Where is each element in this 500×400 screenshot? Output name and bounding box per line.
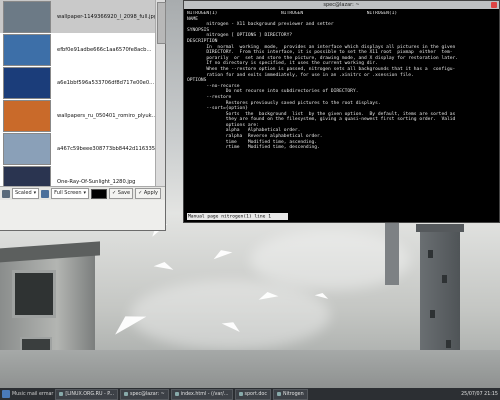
text-cursor [273, 213, 277, 219]
thumbnail-row[interactable]: wallpaper-1149366920_l_2098_full.jpg [0, 0, 155, 33]
terminal-line: DIRECTORY. From this interface, it is po… [187, 50, 453, 56]
thumbnail-row[interactable]: a467c59beee308773bb8442d116335... [0, 132, 155, 165]
image-icon [2, 189, 10, 198]
thumbnail-row[interactable]: efbf0e91adbe666c1aa6570fe8acb... [0, 33, 155, 66]
thumbnail-image [3, 0, 51, 33]
chevron-down-icon: ▾ [33, 190, 37, 196]
wallpaper-tower-far [385, 215, 399, 285]
thumbnail-image [3, 99, 51, 132]
thumbnail-filename: wallpapers_ru_050401_romiro_plyuk... [57, 112, 155, 119]
terminal-line: When the --restore option is passed, nit… [187, 66, 456, 72]
thumbnail-list[interactable]: wallpaper-1149366920_l_2098_full.jpgefbf… [0, 0, 155, 200]
taskbar-task-label: [LINUX.ORG.RU - P... [65, 391, 114, 397]
taskbar-task[interactable]: index.html - (/var/... [170, 388, 233, 400]
thumbnail-row[interactable]: a6e1bbf596a533706df8d717e00e0... [0, 66, 155, 99]
taskbar-task-label: Nitrogen [282, 391, 304, 397]
task-list: [LINUX.ORG.RU - P... spec@lazar: ~ index.h… [55, 388, 308, 400]
save-label: Save [117, 190, 131, 196]
screen-select[interactable]: Full Screen ▾ [51, 188, 90, 199]
chevron-down-icon: ▾ [83, 190, 87, 196]
terminal-titlebar[interactable]: spec@lazar: ~ [184, 1, 499, 9]
wallpaper-rooftop [0, 350, 500, 388]
scale-mode-select[interactable]: Scaled ▾ [12, 188, 40, 199]
thumbnail-filename: One-Ray-Of-Sunlight_1280.jpg [57, 178, 136, 185]
taskbar: Music mail ermar [LINUX.ORG.RU - P... spe… [0, 388, 500, 400]
app-icon [174, 392, 179, 396]
app-icon [59, 392, 64, 396]
start-menu-icon[interactable] [2, 390, 10, 398]
thumbnail-image [3, 132, 51, 165]
thumbnail-image [3, 66, 51, 99]
save-button[interactable]: ✓ Save [109, 188, 134, 199]
quicklaunch-labels[interactable]: Music mail ermar [12, 392, 53, 397]
thumbnail-image [3, 33, 51, 66]
taskbar-task[interactable]: spec@lazar: ~ [119, 388, 169, 400]
app-icon [276, 392, 281, 396]
thumbnail-filename: a467c59beee308773bb8442d116335... [57, 145, 155, 152]
bird-shape [211, 246, 233, 260]
taskbar-task-label: index.html - (/var/... [180, 391, 229, 397]
bird-shape [153, 260, 175, 270]
app-icon [123, 392, 128, 396]
app-icon [238, 392, 243, 396]
taskbar-task-label: sport.doc [244, 391, 267, 397]
scale-mode-label: Scaled [15, 190, 32, 196]
terminal-line: rtime Modified time, descending. [187, 145, 320, 151]
thumbnail-row[interactable]: wallpapers_ru_050401_romiro_plyuk... [0, 99, 155, 132]
clock[interactable]: 25/07/07 21:15 [461, 392, 498, 397]
taskbar-task[interactable]: Nitrogen [272, 388, 308, 400]
taskbar-task-label: spec@lazar: ~ [129, 391, 165, 397]
apply-button[interactable]: ✓ Apply [135, 188, 161, 199]
close-icon[interactable] [491, 2, 497, 8]
thumbnail-filename: a6e1bbf596a533706df8d717e00e0... [57, 79, 155, 86]
screen-mode-label: Full Screen [54, 190, 82, 196]
cloud [130, 280, 330, 350]
taskbar-task[interactable]: [LINUX.ORG.RU - P... [55, 388, 118, 400]
taskbar-task[interactable]: sport.doc [234, 388, 271, 400]
thumbnail-filename: efbf0e91adbe666c1aa6570fe8acb... [57, 46, 152, 53]
background-color-button[interactable] [91, 188, 108, 199]
thumbnail-filename: wallpaper-1149366920_l_2098_full.jpg [57, 13, 155, 20]
scrollbar-thumb[interactable] [157, 2, 166, 44]
terminal-window[interactable]: spec@lazar: ~ NITROGEN(1) NITROGEN NITRO… [183, 0, 500, 223]
nitrogen-window: wallpaper-1149366920_l_2098_full.jpgefbf… [0, 0, 166, 231]
terminal-title: spec@lazar: ~ [323, 2, 360, 8]
thumbnail-scrollbar[interactable] [155, 0, 166, 200]
pager-status: Manual page nitrogen(1) line 1 [188, 214, 271, 220]
terminal-output[interactable]: NITROGEN(1) NITROGEN NITROGEN(1) NAME nit… [187, 11, 496, 212]
terminal-status-line: Manual page nitrogen(1) line 1 [187, 213, 288, 220]
apply-label: Apply [143, 190, 158, 196]
nitrogen-toolbar: Scaled ▾ Full Screen ▾ ✓ Save ✓ Apply [0, 186, 165, 200]
monitor-icon [41, 189, 50, 198]
